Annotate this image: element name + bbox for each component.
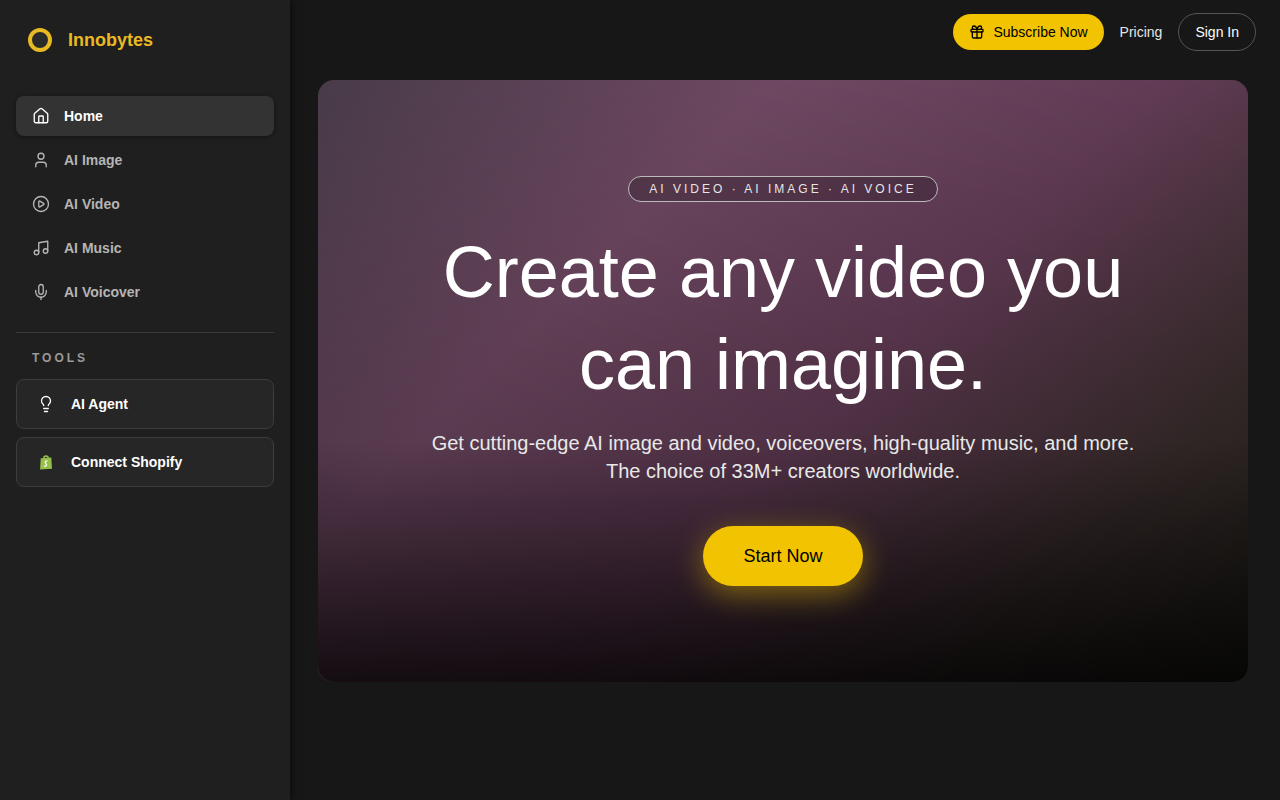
gift-icon [969,24,985,40]
hero-subtitle: Get cutting-edge AI image and video, voi… [432,429,1135,485]
home-icon [32,107,50,125]
tool-button[interactable]: Connect Shopify [16,437,274,487]
sidebar-item[interactable]: AI Video [16,184,274,224]
sidebar-item[interactable]: AI Music [16,228,274,268]
header: Subscribe Now Pricing Sign In [290,0,1280,64]
sidebar-item[interactable]: AI Image [16,140,274,180]
start-button[interactable]: Start Now [703,526,863,586]
user-icon [32,151,50,169]
pricing-link[interactable]: Pricing [1120,22,1163,43]
mic-icon [32,283,50,301]
section-label: TOOLS [16,349,274,367]
main: Subscribe Now Pricing Sign In AI VIDEO · AI… [290,0,1280,800]
sidebar: InnobytesHomeAI ImageAI VideoAI MusicAI … [0,0,290,800]
hero: AI VIDEO · AI IMAGE · AI VOICE Create any… [318,80,1248,682]
logo[interactable]: Innobytes [16,28,274,52]
divider [16,332,274,333]
music-icon [32,239,50,257]
sidebar-item[interactable]: Home [16,96,274,136]
sidebar-nav: HomeAI ImageAI VideoAI MusicAI Voicover [16,96,274,312]
tool-button[interactable]: AI Agent [16,379,274,429]
logo-icon [28,28,52,52]
lightbulb-icon [37,395,55,413]
sign-in-button[interactable]: Sign In [1178,13,1256,51]
subscribe-button[interactable]: Subscribe Now [953,14,1103,50]
hero-title: Create any video you can imagine. [413,226,1153,410]
app: InnobytesHomeAI ImageAI VideoAI MusicAI … [0,0,1280,800]
hero-badge: AI VIDEO · AI IMAGE · AI VOICE [628,176,937,202]
shopify-icon [37,453,55,471]
sidebar-item[interactable]: AI Voicover [16,272,274,312]
play-icon [32,195,50,213]
